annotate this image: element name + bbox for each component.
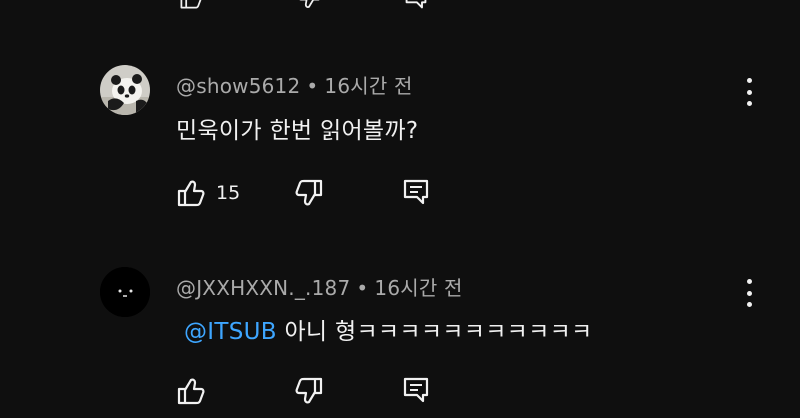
more-vert-icon[interactable] <box>738 78 760 106</box>
thumbs-up-icon <box>176 178 206 208</box>
thumbs-up-icon <box>176 376 206 406</box>
comment-text: @ITSUB 아니 형ㅋㅋㅋㅋㅋㅋㅋㅋㅋㅋㅋ <box>184 312 593 346</box>
mention-link[interactable]: @ITSUB <box>184 319 277 345</box>
like-count: 15 <box>216 182 241 204</box>
thumbs-up-icon[interactable] <box>176 0 206 10</box>
meta-separator: • <box>356 276 369 300</box>
reply-icon <box>402 178 430 206</box>
comment-text: 민욱이가 한번 읽어볼까? <box>176 118 419 144</box>
more-vert-icon[interactable] <box>738 279 760 307</box>
comment-time[interactable]: 16시간 전 <box>374 276 462 300</box>
like-button[interactable] <box>176 376 206 406</box>
thumbs-down-icon <box>294 376 324 406</box>
reply-icon[interactable] <box>402 0 430 10</box>
thumbs-down-icon <box>294 178 324 208</box>
like-button[interactable]: 15 <box>176 178 240 208</box>
comment-author[interactable]: @JXXHXXN._.187 <box>176 276 350 300</box>
reply-button[interactable] <box>402 376 430 404</box>
comment-author[interactable]: @show5612 <box>176 74 300 98</box>
dislike-button[interactable] <box>294 376 324 406</box>
avatar[interactable] <box>100 65 150 115</box>
reply-icon <box>402 376 430 404</box>
meta-separator: • <box>306 74 319 98</box>
comment-meta: @JXXHXXN._.187 • 16시간 전 <box>176 272 463 301</box>
comment-text-body: 아니 형ㅋㅋㅋㅋㅋㅋㅋㅋㅋㅋㅋ <box>276 319 593 345</box>
dislike-button[interactable] <box>294 178 324 208</box>
thumbs-down-icon[interactable] <box>294 0 324 10</box>
reply-button[interactable] <box>402 178 430 206</box>
avatar[interactable] <box>100 267 150 317</box>
comment-time[interactable]: 16시간 전 <box>324 74 412 98</box>
comment-meta: @show5612 • 16시간 전 <box>176 70 413 99</box>
